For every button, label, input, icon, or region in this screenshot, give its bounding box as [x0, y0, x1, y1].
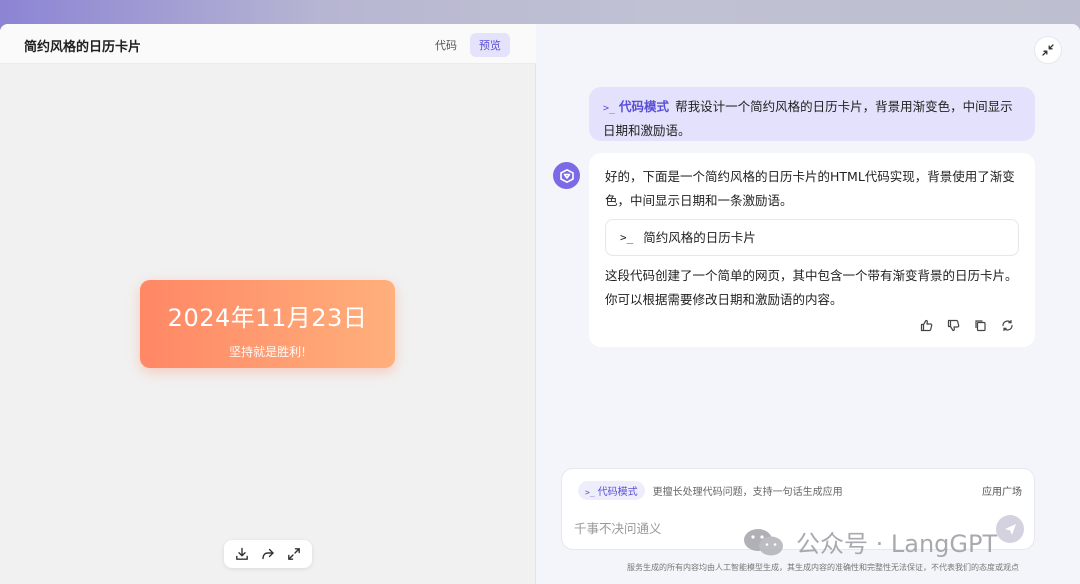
send-icon: [1004, 523, 1016, 535]
disclaimer: 服务生成的所有内容均由人工智能模型生成，其生成内容的准确性和完整性无法保证，不代…: [627, 563, 1019, 572]
code-mode-pill[interactable]: >_ 代码模式: [578, 481, 645, 500]
calendar-motto: 坚持就是胜利!: [229, 345, 306, 359]
assistant-avatar: [553, 162, 580, 189]
share-icon[interactable]: [260, 546, 276, 562]
calendar-card: 2024年11月23日 坚持就是胜利!: [140, 280, 395, 368]
copy-icon[interactable]: [973, 318, 988, 333]
calendar-date: 2024年11月23日: [167, 304, 368, 332]
assistant-message: 好的，下面是一个简约风格的日历卡片的HTML代码实现，背景使用了渐变色，中间显示…: [589, 153, 1035, 347]
assistant-outro: 这段代码创建了一个简单的网页，其中包含一个带有渐变背景的日历卡片。你可以根据需要…: [605, 268, 1018, 307]
regenerate-icon[interactable]: [1000, 318, 1015, 333]
tab-code[interactable]: 代码: [426, 33, 466, 57]
code-mode-prompt-icon: >_: [603, 103, 616, 114]
message-actions: [919, 318, 1015, 333]
preview-panel: 简约风格的日历卡片 代码 预览 2024年11月23日 坚持就是胜利!: [0, 24, 536, 584]
code-mode-pill-icon: >_: [585, 488, 595, 497]
send-button[interactable]: [996, 515, 1024, 543]
preview-title: 简约风格的日历卡片: [24, 40, 142, 55]
collapse-button[interactable]: [1034, 36, 1062, 64]
code-block-label: 简约风格的日历卡片: [643, 229, 756, 245]
user-message-mode: 代码模式: [619, 99, 670, 114]
view-tabs: 代码 预览: [426, 33, 510, 57]
input-mode-bar: >_ 代码模式 更擅长处理代码问题，支持一句话生成应用 应用广场: [578, 481, 1022, 500]
collapse-icon: [1042, 44, 1054, 56]
chat-panel: >_ 代码模式 帮我设计一个简约风格的日历卡片，背景用渐变色，中间显示日期和激励语。…: [537, 24, 1080, 584]
wechat-icon: [744, 528, 783, 555]
preview-header: 简约风格的日历卡片 代码 预览: [0, 24, 536, 64]
user-message: >_ 代码模式 帮我设计一个简约风格的日历卡片，背景用渐变色，中间显示日期和激励语。: [589, 87, 1035, 141]
terminal-icon: >_: [620, 230, 634, 244]
code-mode-hint: 更擅长处理代码问题，支持一句话生成应用: [652, 487, 843, 498]
preview-toolbar: [224, 540, 312, 568]
thumbs-up-icon[interactable]: [919, 318, 934, 333]
app-square-link[interactable]: 应用广场: [982, 483, 1022, 498]
assistant-intro: 好的，下面是一个简约风格的日历卡片的HTML代码实现，背景使用了渐变色，中间显示…: [605, 169, 1015, 208]
app-window: 简约风格的日历卡片 代码 预览 2024年11月23日 坚持就是胜利! >_ 代…: [0, 24, 1080, 584]
tab-preview[interactable]: 预览: [470, 33, 510, 57]
fullscreen-icon[interactable]: [286, 546, 302, 562]
code-mode-pill-label: 代码模式: [597, 487, 638, 498]
watermark-text: 公众号 · LangGPT: [796, 530, 998, 558]
code-block-card[interactable]: >_ 简约风格的日历卡片: [605, 219, 1019, 256]
watermark: 公众号 · LangGPT: [742, 524, 997, 559]
download-icon[interactable]: [234, 546, 250, 562]
thumbs-down-icon[interactable]: [946, 318, 961, 333]
